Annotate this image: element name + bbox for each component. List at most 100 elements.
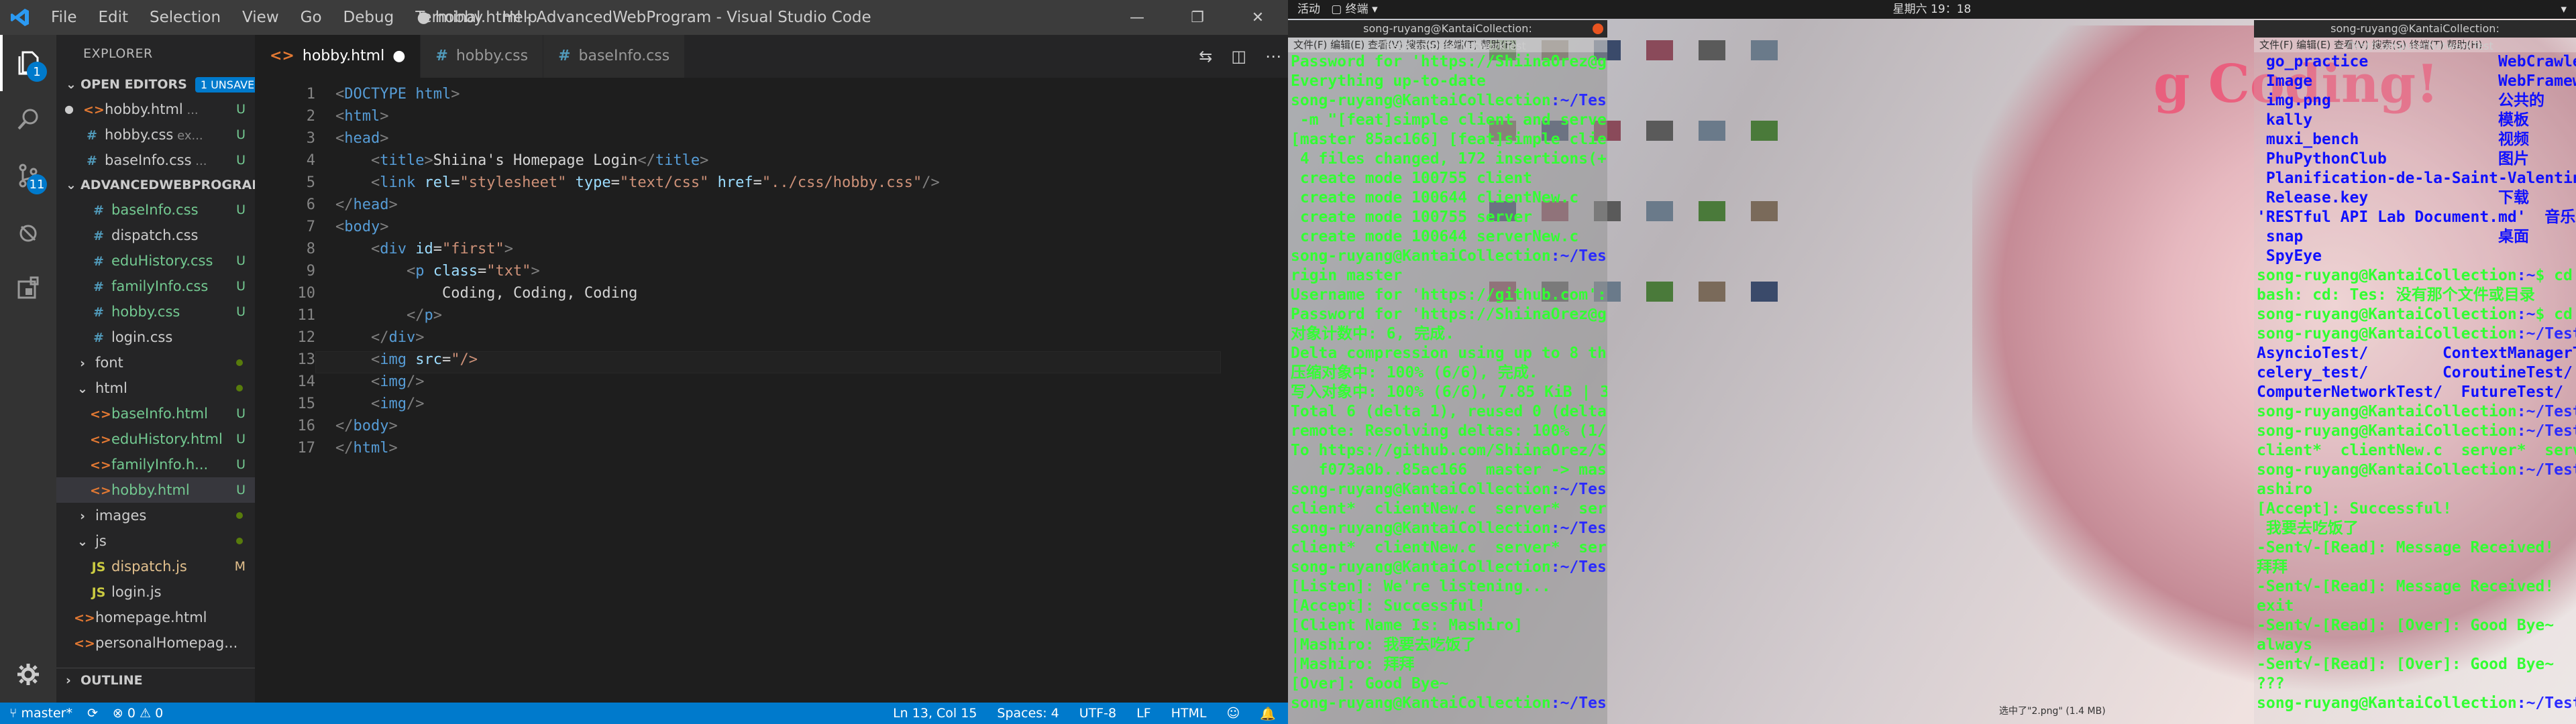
menu-go[interactable]: Go (290, 0, 333, 35)
open-editor-name: hobby.css (105, 127, 174, 143)
menu-debug[interactable]: Debug (333, 0, 405, 35)
editor-area: <> hobby.html ● # hobby.css # baseInfo.css ⇆ ◫… (255, 35, 1288, 703)
file-thumbnail-icon[interactable] (1646, 40, 1673, 60)
open-editor-item[interactable]: ● <>hobby.html ... U (56, 97, 255, 122)
manage-gear[interactable] (0, 646, 56, 703)
prompt-user: song-ruyang@KantaiCollection (1291, 558, 1551, 576)
outline-section[interactable]: › OUTLINE (56, 668, 255, 692)
file-thumbnail-icon[interactable] (1699, 201, 1725, 221)
file-item[interactable]: # dispatch.css (56, 223, 255, 248)
close-button[interactable]: ✕ (1228, 0, 1288, 35)
terminal-line: song-ruyang@KantaiCollection:~/Test/Comp… (2257, 461, 2576, 480)
open-changes-icon[interactable]: ⇆ (1199, 47, 1212, 66)
terminal-line: rigin master (1291, 267, 1403, 284)
file-thumbnail-icon[interactable] (1751, 282, 1778, 302)
file-item[interactable]: <>eduHistory.html U (56, 426, 255, 452)
search-activity[interactable] (0, 91, 56, 147)
code-line: </head> (335, 196, 398, 213)
feedback-icon[interactable]: ☺ (1227, 706, 1240, 721)
file-thumbnail-icon[interactable] (1751, 40, 1778, 60)
more-actions-icon[interactable]: ⋯ (1265, 47, 1281, 66)
file-thumbnail-icon[interactable] (1646, 121, 1673, 141)
git-status: U (236, 432, 246, 446)
file-manager-status: 选中了"2.png" (1.4 MB) (1999, 706, 2106, 717)
file-item[interactable]: # login.css (56, 324, 255, 350)
menu-selection[interactable]: Selection (139, 0, 231, 35)
file-item[interactable]: # hobby.css U (56, 299, 255, 324)
file-item[interactable]: # familyInfo.css U (56, 274, 255, 299)
branch-status[interactable]: ⑂ master* (9, 706, 72, 721)
file-thumbnail-icon[interactable] (1699, 40, 1725, 60)
folder-item[interactable]: › images (56, 503, 255, 528)
tab-hobby-html[interactable]: <> hobby.html ● (255, 35, 421, 78)
language-mode[interactable]: HTML (1171, 706, 1207, 721)
open-editor-item[interactable]: # hobby.css ex... U (56, 122, 255, 147)
indentation[interactable]: Spaces: 4 (997, 706, 1059, 721)
sync-icon[interactable]: ⟳ (87, 706, 98, 721)
cursor-position[interactable]: Ln 13, Col 15 (893, 706, 977, 721)
encoding[interactable]: UTF-8 (1079, 706, 1116, 721)
system-menu[interactable]: ▾ (2561, 0, 2567, 19)
file-thumbnail-icon[interactable] (1699, 282, 1725, 302)
menu-file[interactable]: File (40, 0, 88, 35)
gear-icon (17, 664, 39, 685)
source-control-activity[interactable]: 11 (0, 147, 56, 204)
extensions-activity[interactable] (0, 260, 56, 316)
minimap[interactable] (1221, 78, 1288, 703)
terminal-line: f073a0b..85ac166 master -> master (1291, 461, 1607, 479)
open-editor-name: baseInfo.css (105, 152, 192, 168)
file-thumbnail-icon[interactable] (1646, 201, 1673, 221)
debug-activity[interactable] (0, 204, 56, 260)
unsaved-dot-icon[interactable]: ● (392, 35, 405, 78)
folder-item[interactable]: ⌄ js (56, 528, 255, 554)
terminal-line: create mode 100644 clientNew.c (1291, 189, 1579, 206)
file-item[interactable]: # baseInfo.css U (56, 197, 255, 223)
minimize-button[interactable]: — (1107, 0, 1167, 35)
terminal-line: Password for 'https://ShiinaOrez@github.… (1291, 53, 1607, 70)
clock[interactable]: 星期六 19：18 (1288, 0, 2576, 19)
code-line: </body> (335, 418, 398, 434)
open-editors-section[interactable]: ⌄ OPEN EDITORS 1 UNSAVED (56, 72, 268, 97)
terminal-left[interactable]: song-ruyang@KantaiCollection: ~/Test/Com… (1288, 20, 1607, 724)
file-item[interactable]: # eduHistory.css U (56, 248, 255, 274)
terminal-right[interactable]: song-ruyang@KantaiCollection: ~/Test/Com… (2254, 20, 2576, 724)
file-item[interactable]: <>familyInfo.h... U (56, 452, 255, 477)
prompt-path: :~/Test/ComputerNetworkTest (1550, 520, 1607, 537)
git-status: U (236, 253, 246, 268)
menu-view[interactable]: View (231, 0, 290, 35)
file-thumbnail-icon[interactable] (1699, 121, 1725, 141)
terminal-close-button[interactable] (1593, 23, 1603, 34)
project-section[interactable]: ⌄ ADVANCEDWEBPROGRAM (56, 173, 264, 197)
file-item[interactable]: JS login.js (56, 579, 255, 605)
problems-status[interactable]: ⊗ 0 ⚠ 0 (113, 706, 163, 721)
file-name: homepage.html (95, 609, 207, 625)
split-editor-icon[interactable]: ◫ (1231, 47, 1246, 66)
file-thumbnail-icon[interactable] (1751, 121, 1778, 141)
css-file-icon: # (93, 254, 104, 269)
file-item[interactable]: <>homepage.html (56, 605, 255, 630)
file-name: hobby.css (111, 304, 180, 320)
open-editor-item[interactable]: # baseInfo.css ... U (56, 147, 255, 173)
maximize-button[interactable]: ❐ (1167, 0, 1228, 35)
file-thumbnail-icon[interactable] (1751, 201, 1778, 221)
file-item[interactable]: <>hobby.html U (56, 477, 255, 503)
folder-item[interactable]: › font (56, 350, 255, 375)
file-item[interactable]: JS dispatch.js M (56, 554, 255, 579)
bell-icon[interactable]: 🔔 (1260, 706, 1276, 721)
menu-edit[interactable]: Edit (88, 0, 140, 35)
code-editor[interactable]: 1 <DOCTYPE html> 2 <html> 3 <head> 4 <title>Sh… (255, 78, 1288, 703)
tab-baseInfo-css[interactable]: # baseInfo.css (543, 35, 686, 78)
explorer-activity[interactable]: 1 (0, 35, 56, 91)
terminal-line: client* clientNew.c server* serverNew.c (2257, 442, 2576, 459)
extensions-icon (17, 276, 39, 299)
line-ending[interactable]: LF (1136, 706, 1151, 721)
file-item[interactable]: <>baseInfo.html U (56, 401, 255, 426)
terminal-line: ??? (2257, 675, 2285, 692)
file-item[interactable]: <>personalHomepag... (56, 630, 255, 656)
tab-hobby-css[interactable]: # hobby.css (421, 35, 544, 78)
menu-help[interactable]: Help (491, 0, 547, 35)
menu-terminal[interactable]: Terminal (405, 0, 491, 35)
folder-item[interactable]: ⌄ html (56, 375, 255, 401)
terminal-line: [Accept]: Successful! (1291, 597, 1486, 615)
file-thumbnail-icon[interactable] (1646, 282, 1673, 302)
